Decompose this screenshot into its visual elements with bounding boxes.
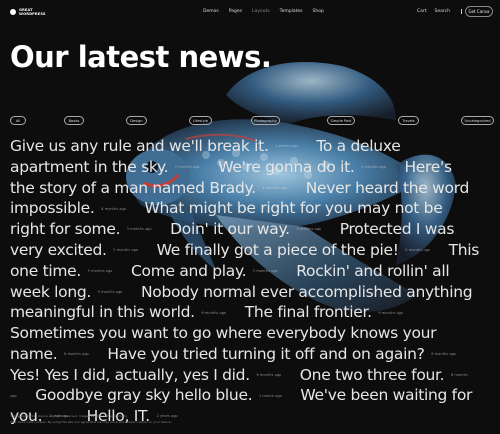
category-chip-photography[interactable]: Photography [251,116,280,125]
category-chip-simple-post[interactable]: Simple Post [327,116,355,125]
post-date: 5 months ago [405,248,430,253]
post-title-link[interactable]: Doin' it our way. [170,220,290,238]
category-chip-uncategorized[interactable]: Uncategorized [461,116,494,125]
category-chip-travels[interactable]: Travels [398,116,419,125]
post-item: Give us any rule and we'll break it. 2 w… [10,137,312,155]
post-title-link[interactable]: Yes! Yes I did, actually, yes I did. [10,366,250,384]
logo-text: GREAT WORDPRESS [19,8,46,16]
post-title-link[interactable]: Give us any rule and we'll break it. [10,137,269,155]
post-item: Have you tried turning it off and on aga… [107,345,470,363]
nav-item-layouts[interactable]: Layouts [252,9,270,14]
nav-item-templates[interactable]: Templates [280,9,303,14]
category-chip-design[interactable]: Design [126,116,147,125]
post-date: 4 months ago [101,206,126,211]
post-title-link[interactable]: Goodbye gray sky hello blue. [35,386,252,404]
post-item: The final frontier. 6 months ago [245,303,417,321]
category-chip-books[interactable]: Books [64,116,84,125]
post-date: 6 months ago [296,227,322,232]
post-date: 1 month ago [258,393,282,398]
main-nav: Demos Pages Layouts Templates Shop [203,9,324,14]
get-canva-button[interactable]: Get Canva [465,6,493,17]
search-link[interactable]: Search [435,9,450,14]
post-title-link[interactable]: We're gonna do it. [218,158,355,176]
logo-icon [10,9,16,15]
site-footer: © Copyright 2024 Canva. All rights reser… [10,413,172,425]
cart-link[interactable]: Cart [417,9,427,14]
post-date: 6 months ago [64,351,89,356]
post-title-link[interactable]: We finally got a piece of the pie! [157,241,399,259]
post-date: 6 months ago [378,310,404,315]
post-item: Doin' it our way. 6 months ago [170,220,335,238]
post-date: 5 months ago [113,248,138,253]
post-date: 2 months ago [174,165,200,169]
category-chip-all[interactable]: All [10,116,26,125]
post-date: 6 months ago [431,351,456,356]
post-item: We finally got a piece of the pie! 5 mon… [157,241,444,259]
post-date: 6 months ago [256,372,282,377]
post-item: Goodbye gray sky hello blue. 1 month ago [35,386,296,404]
post-item: Come and play. 5 months ago [131,262,292,280]
post-item: Yes! Yes I did, actually, yes I did. 6 m… [10,366,295,384]
header-actions: Cart Search [417,9,462,14]
nav-item-shop[interactable]: Shop [313,9,324,14]
post-date: 5 months ago [87,268,113,273]
category-chip-lifestyle[interactable]: Lifestyle [189,116,212,125]
category-filter: All Books Design Lifestyle Photography S… [10,116,494,126]
post-date: 5 months ago [252,268,278,273]
post-date: 5 months ago [126,227,152,232]
post-date: 2 weeks ago [275,144,298,149]
post-title-link[interactable]: Come and play. [131,262,247,280]
site-header: GREAT WORDPRESS Demos Pages Layouts Temp… [0,0,500,24]
post-date: 2 months ago [361,165,386,169]
vertical-bar-icon [460,9,462,14]
nav-item-demos[interactable]: Demos [203,9,219,14]
cookie-notice: This demo uses cookies. By using this si… [10,420,172,424]
nav-item-pages[interactable]: Pages [229,9,242,14]
post-title-link[interactable]: One two three four. [300,366,445,384]
post-list: Give us any rule and we'll break it. 2 w… [10,136,480,427]
post-date: 5 months ago [97,289,123,294]
post-title-link[interactable]: The final frontier. [245,303,372,321]
post-date: 6 months ago [201,310,227,315]
post-date: 4 months ago [262,185,288,190]
post-item: We're gonna do it. 2 months ago [218,158,400,176]
post-title-link[interactable]: Have you tried turning it off and on aga… [107,345,425,363]
site-logo[interactable]: GREAT WORDPRESS [10,8,53,16]
